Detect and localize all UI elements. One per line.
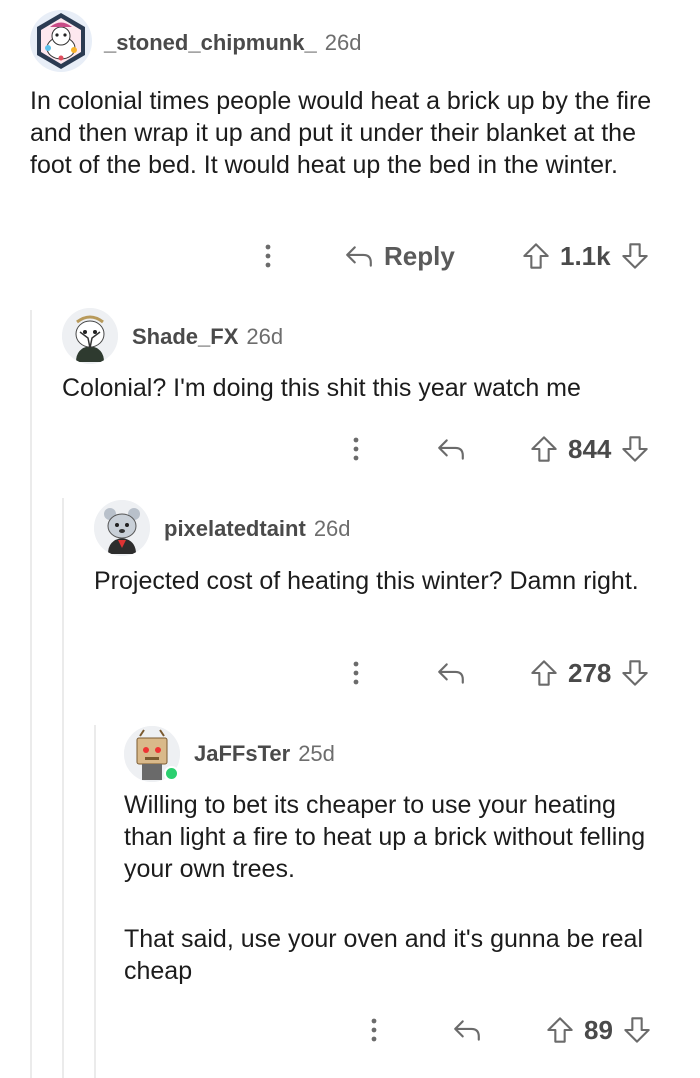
username[interactable]: _stoned_chipmunk_ [104, 30, 317, 56]
comment-body-paragraph-2: That said, use your oven and it's gunna … [124, 925, 643, 985]
vote-count: 89 [584, 1014, 613, 1045]
more-vertical-icon [370, 1016, 378, 1044]
reply-button[interactable] [452, 1010, 482, 1050]
vote-count: 278 [568, 657, 612, 688]
username[interactable]: pixelatedtaint [164, 516, 306, 542]
online-status-dot [164, 766, 179, 781]
reply-button[interactable] [436, 653, 466, 693]
upvote-arrow-icon[interactable] [546, 1016, 574, 1044]
avatar[interactable] [30, 10, 92, 72]
comment-meta: JaFFsTer 25d [194, 741, 335, 767]
more-vertical-icon [352, 659, 360, 687]
comment-meta: Shade_FX 26d [132, 324, 283, 350]
reply-button[interactable] [436, 429, 466, 469]
avatar[interactable] [94, 500, 150, 556]
upvote-arrow-icon[interactable] [522, 242, 550, 270]
reply-button[interactable]: Reply [344, 236, 455, 276]
more-vertical-icon [264, 242, 272, 270]
comment-age: 26d [324, 30, 362, 55]
comment-age: 25d [298, 741, 335, 766]
downvote-arrow-icon[interactable] [621, 435, 649, 463]
downvote-arrow-icon[interactable] [621, 242, 649, 270]
reply-arrow-icon [436, 660, 466, 686]
more-options-button[interactable] [344, 653, 368, 693]
vote-controls: 89 [546, 1010, 651, 1050]
comment-age: 26d [246, 324, 284, 349]
comment-body: Colonial? I'm doing this shit this year … [62, 374, 581, 402]
comment-age: 26d [313, 516, 351, 541]
username[interactable]: Shade_FX [132, 324, 238, 350]
more-options-button[interactable] [344, 429, 368, 469]
more-vertical-icon [352, 435, 360, 463]
reply-arrow-icon [344, 243, 374, 269]
avatar[interactable] [62, 308, 118, 364]
comment-meta: _stoned_chipmunk_ 26d [104, 30, 361, 56]
vote-controls: 844 [530, 429, 649, 469]
comment-meta: pixelatedtaint 26d [164, 516, 351, 542]
more-options-button[interactable] [362, 1010, 386, 1050]
comment-body-paragraph-1: Willing to bet its cheaper to use your h… [124, 791, 646, 883]
comment-body: In colonial times people would heat a br… [30, 87, 652, 179]
vote-controls: 278 [530, 653, 649, 693]
upvote-arrow-icon[interactable] [530, 659, 558, 687]
more-options-button[interactable] [256, 236, 280, 276]
thread-line-level-3[interactable] [94, 725, 96, 1078]
vote-count: 1.1k [560, 240, 611, 271]
vote-controls: 1.1k [522, 236, 649, 276]
reply-arrow-icon [452, 1017, 482, 1043]
downvote-arrow-icon[interactable] [623, 1016, 651, 1044]
reply-arrow-icon [436, 436, 466, 462]
reply-label: Reply [384, 240, 455, 271]
thread-line-level-1[interactable] [30, 310, 32, 1078]
avatar[interactable] [124, 726, 180, 782]
upvote-arrow-icon[interactable] [530, 435, 558, 463]
vote-count: 844 [568, 433, 612, 464]
comment-body: Projected cost of heating this winter? D… [94, 567, 639, 595]
username[interactable]: JaFFsTer [194, 741, 290, 767]
thread-line-level-2[interactable] [62, 498, 64, 1078]
downvote-arrow-icon[interactable] [621, 659, 649, 687]
